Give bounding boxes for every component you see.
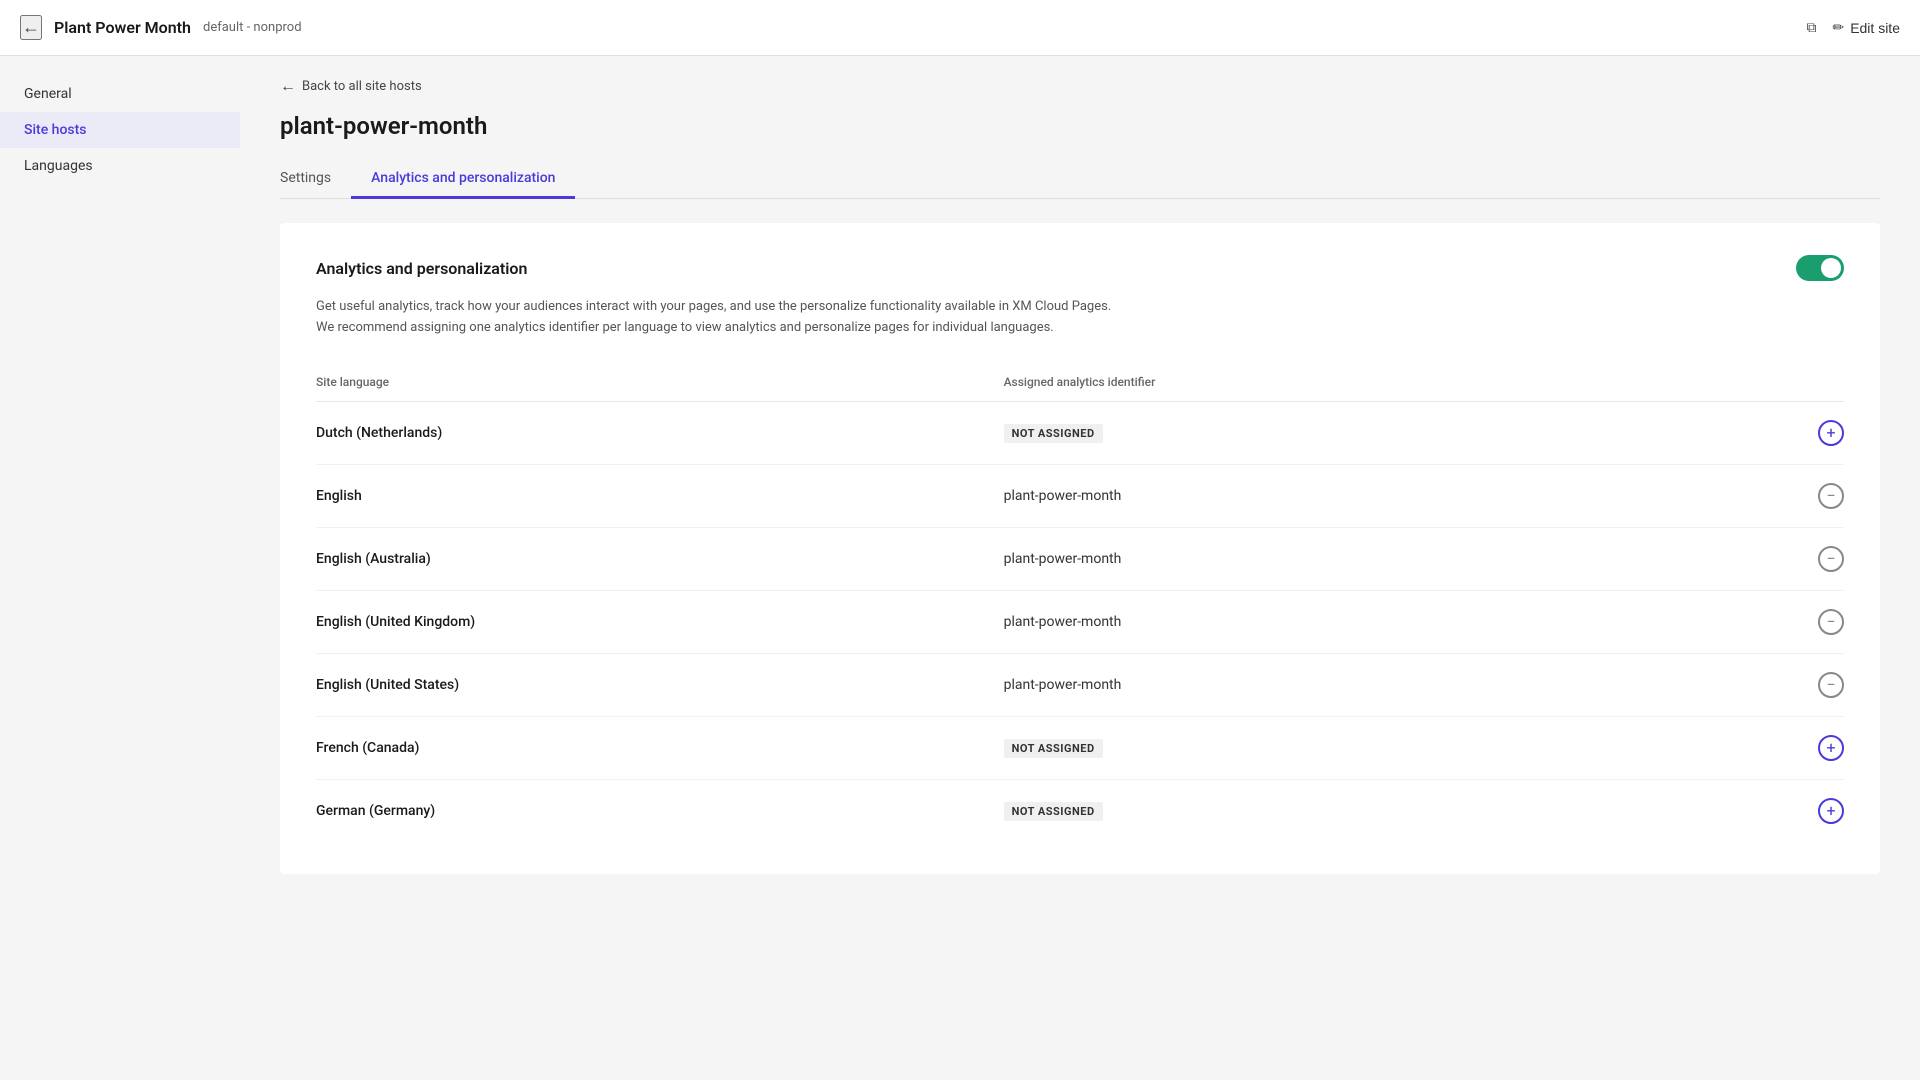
add-identifier-button[interactable]: + — [1818, 420, 1844, 446]
back-link-text: Back to all site hosts — [302, 79, 422, 94]
tabs: Settings Analytics and personalization — [280, 160, 1880, 199]
table-row: English (United Kingdom)plant-power-mont… — [316, 590, 1844, 653]
topbar-right: ⧉ ✏ Edit site — [1806, 19, 1900, 36]
topbar-left: ← Plant Power Month default - nonprod — [20, 15, 302, 40]
table-row: French (Canada)NOT ASSIGNED + — [316, 716, 1844, 779]
table-row: German (Germany)NOT ASSIGNED + — [316, 779, 1844, 842]
language-cell: English (Australia) — [316, 527, 1004, 590]
copy-icon: ⧉ — [1806, 19, 1816, 36]
topbar: ← Plant Power Month default - nonprod ⧉ … — [0, 0, 1920, 56]
sidebar-item-site-hosts[interactable]: Site hosts — [0, 112, 240, 148]
layout: General Site hosts Languages ← Back to a… — [0, 56, 1920, 1080]
remove-identifier-button[interactable]: − — [1818, 672, 1844, 698]
sidebar: General Site hosts Languages — [0, 56, 240, 1080]
sidebar-item-languages[interactable]: Languages — [0, 148, 240, 184]
col-identifier-header: Assigned analytics identifier — [1004, 367, 1784, 402]
back-arrow-icon: ← — [280, 76, 296, 96]
table-row: English (Australia)plant-power-month − — [316, 527, 1844, 590]
action-cell: − — [1784, 653, 1844, 716]
main-inner: ← Back to all site hosts plant-power-mon… — [240, 56, 1920, 914]
not-assigned-badge: NOT ASSIGNED — [1004, 739, 1103, 758]
col-language-header: Site language — [316, 367, 1004, 402]
identifier-cell: plant-power-month — [1004, 464, 1784, 527]
page-title: plant-power-month — [280, 112, 1880, 140]
identifier-cell: NOT ASSIGNED — [1004, 779, 1784, 842]
remove-identifier-button[interactable]: − — [1818, 609, 1844, 635]
not-assigned-badge: NOT ASSIGNED — [1004, 424, 1103, 443]
table-row: English (United States)plant-power-month… — [316, 653, 1844, 716]
remove-identifier-button[interactable]: − — [1818, 483, 1844, 509]
identifier-cell: plant-power-month — [1004, 653, 1784, 716]
language-cell: English (United Kingdom) — [316, 590, 1004, 653]
tab-analytics[interactable]: Analytics and personalization — [351, 160, 575, 199]
table-row: Dutch (Netherlands)NOT ASSIGNED + — [316, 401, 1844, 464]
app-title: Plant Power Month — [54, 18, 191, 37]
action-cell: + — [1784, 716, 1844, 779]
sidebar-item-general[interactable]: General — [0, 76, 240, 112]
language-cell: French (Canada) — [316, 716, 1004, 779]
card-description: Get useful analytics, track how your aud… — [316, 297, 1844, 339]
card-title: Analytics and personalization — [316, 259, 527, 278]
identifier-cell: NOT ASSIGNED — [1004, 401, 1784, 464]
add-identifier-button[interactable]: + — [1818, 798, 1844, 824]
action-cell: + — [1784, 401, 1844, 464]
language-cell: English (United States) — [316, 653, 1004, 716]
table-row: Englishplant-power-month − — [316, 464, 1844, 527]
language-cell: Dutch (Netherlands) — [316, 401, 1004, 464]
back-link[interactable]: ← Back to all site hosts — [280, 76, 1880, 96]
main-content: ← Back to all site hosts plant-power-mon… — [240, 56, 1920, 1080]
edit-site-button[interactable]: ✏ Edit site — [1832, 19, 1900, 36]
app-subtitle: default - nonprod — [203, 20, 302, 35]
language-cell: German (Germany) — [316, 779, 1004, 842]
language-cell: English — [316, 464, 1004, 527]
analytics-card: Analytics and personalization Get useful… — [280, 223, 1880, 874]
action-cell: − — [1784, 527, 1844, 590]
edit-icon: ✏ — [1832, 19, 1844, 36]
action-cell: + — [1784, 779, 1844, 842]
tab-settings[interactable]: Settings — [280, 160, 351, 199]
identifier-cell: plant-power-month — [1004, 590, 1784, 653]
copy-button[interactable]: ⧉ — [1806, 19, 1816, 36]
analytics-toggle[interactable] — [1796, 255, 1844, 281]
not-assigned-badge: NOT ASSIGNED — [1004, 802, 1103, 821]
back-button-top[interactable]: ← — [20, 15, 42, 40]
identifier-cell: plant-power-month — [1004, 527, 1784, 590]
analytics-table: Site language Assigned analytics identif… — [316, 367, 1844, 842]
action-cell: − — [1784, 590, 1844, 653]
remove-identifier-button[interactable]: − — [1818, 546, 1844, 572]
action-cell: − — [1784, 464, 1844, 527]
card-header: Analytics and personalization — [316, 255, 1844, 281]
identifier-cell: NOT ASSIGNED — [1004, 716, 1784, 779]
add-identifier-button[interactable]: + — [1818, 735, 1844, 761]
